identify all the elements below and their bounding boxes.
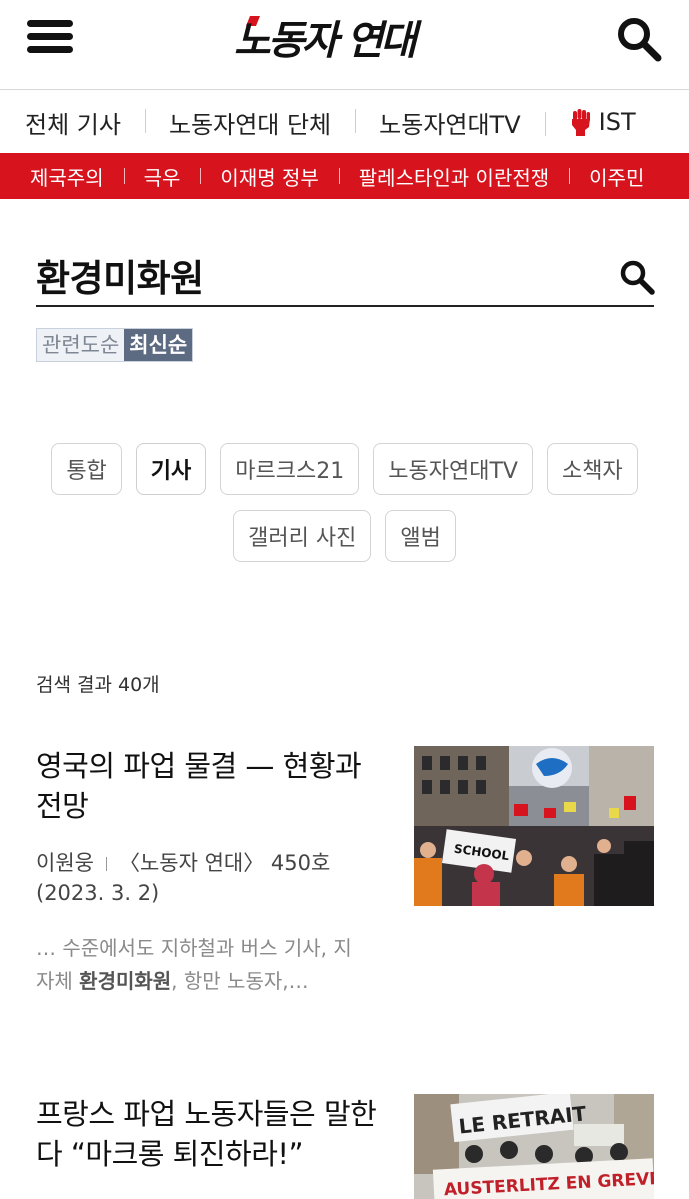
search-input[interactable]: 환경미화원	[36, 248, 204, 302]
header-search-icon[interactable]	[614, 14, 664, 64]
topic-link[interactable]: 팔레스타인과 이란전쟁	[338, 162, 569, 191]
logo-text: 노동자 연대	[234, 18, 422, 64]
article-date: (2023. 3. 2)	[36, 881, 160, 905]
nav-item-label: 노동자연대TV	[379, 110, 521, 139]
sort-relevance-button[interactable]: 관련도순	[37, 329, 125, 361]
filter-booklet-button[interactable]: 소책자	[546, 443, 638, 495]
topic-link[interactable]: 이재명 정부	[200, 162, 338, 191]
article-thumbnail[interactable]: LE RETRAIT AUSTERLITZ EN GREVE	[414, 1094, 654, 1199]
filter-tv-button[interactable]: 노동자연대TV	[373, 443, 533, 495]
filter-articles-button[interactable]: 기사	[135, 443, 207, 495]
search-submit-icon[interactable]	[618, 258, 656, 296]
excerpt-highlight: 환경미화원	[79, 969, 172, 993]
filter-chips: 통합 기사 마르크스21 노동자연대TV 소책자 갤러리 사진 앨범	[0, 443, 689, 562]
search-underline	[36, 305, 654, 307]
article-excerpt: … 수준에서도 지하철과 버스 기사, 지자체 환경미화원, 항만 노동자,…	[36, 932, 366, 998]
article-item: 프랑스 파업 노동자들은 말한다 “마크롱 퇴진하라!” LE RETRAIT …	[36, 1094, 654, 1199]
filter-album-button[interactable]: 앨범	[385, 510, 456, 562]
filter-all-button[interactable]: 통합	[51, 443, 122, 495]
article-title[interactable]: 영국의 파업 물결 — 현황과 전망	[36, 746, 386, 826]
nav-item-label: 전체 기사	[25, 110, 121, 139]
article-issue: 〈노동자 연대〉 450호	[118, 851, 331, 875]
nav-item-ist[interactable]: IST	[544, 108, 660, 136]
nav-item-tv[interactable]: 노동자연대TV	[355, 105, 544, 140]
hamburger-menu-icon[interactable]	[27, 18, 75, 54]
article-author: 이원웅	[36, 851, 94, 875]
site-header: 노동자 연대	[0, 0, 689, 90]
topic-link[interactable]: 이주민	[569, 162, 664, 191]
meta-divider	[105, 857, 107, 871]
filter-marx21-button[interactable]: 마르크스21	[220, 443, 360, 495]
article-title[interactable]: 프랑스 파업 노동자들은 말한다 “마크롱 퇴진하라!”	[36, 1094, 386, 1174]
sort-toggle: 관련도순 최신순	[36, 328, 194, 362]
raised-fist-icon	[571, 109, 590, 136]
nav-item-label: IST	[598, 108, 636, 136]
topic-bar: 제국주의 극우 이재명 정부 팔레스타인과 이란전쟁 이주민	[0, 153, 689, 199]
sort-latest-button[interactable]: 최신순	[124, 329, 193, 361]
nav-item-organization[interactable]: 노동자연대 단체	[144, 105, 355, 140]
main-nav: 전체 기사 노동자연대 단체 노동자연대TV IST	[0, 91, 689, 153]
topic-link[interactable]: 제국주의	[0, 162, 124, 191]
site-logo[interactable]: 노동자 연대	[232, 6, 462, 68]
article-item: 영국의 파업 물결 — 현황과 전망 이원웅 〈노동자 연대〉 450호 (202…	[36, 746, 654, 1006]
nav-item-label: 노동자연대 단체	[168, 110, 332, 139]
excerpt-text: , 항만 노동자,…	[171, 969, 309, 993]
article-thumbnail[interactable]: SCHOOL	[414, 746, 654, 906]
article-meta: 이원웅 〈노동자 연대〉 450호 (2023. 3. 2)	[36, 848, 366, 908]
filter-gallery-button[interactable]: 갤러리 사진	[233, 510, 372, 562]
nav-item-all-articles[interactable]: 전체 기사	[0, 105, 145, 140]
topic-link[interactable]: 극우	[123, 162, 201, 191]
result-count: 검색 결과 40개	[36, 674, 160, 696]
